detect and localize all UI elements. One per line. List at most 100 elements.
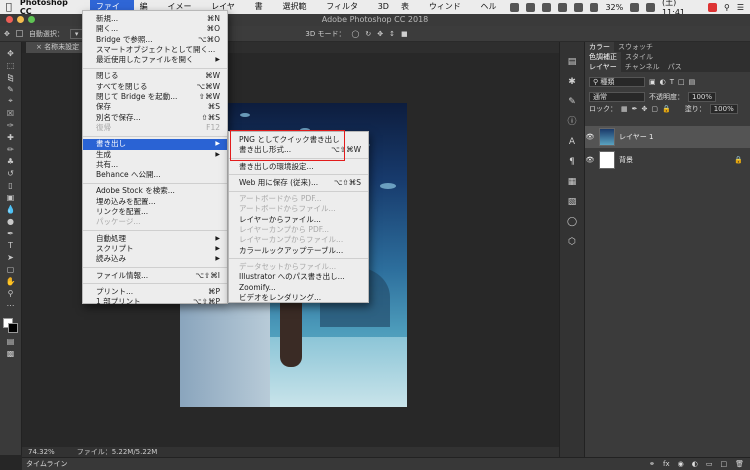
tab-layers[interactable]: レイヤー	[585, 62, 621, 72]
libraries-icon[interactable]: ▦	[565, 176, 579, 188]
menu-item-behance[interactable]: Behance へ公開...	[83, 170, 227, 180]
layer-name[interactable]: 背景	[619, 155, 633, 165]
eyedropper-tool-icon[interactable]: ✑	[4, 120, 18, 130]
menu-item-open[interactable]: 開く... ⌘O	[83, 24, 227, 34]
properties-icon[interactable]: ✱	[565, 76, 579, 88]
menu-item-automate[interactable]: 自動処理 ▶	[83, 234, 227, 244]
new-layer-icon[interactable]: □	[720, 458, 727, 470]
wifi-icon[interactable]	[573, 2, 583, 12]
path-select-tool-icon[interactable]: ➤	[4, 252, 18, 262]
layer-row-layer1[interactable]: 👁 レイヤー 1	[585, 126, 750, 148]
menu-item-adobe-stock[interactable]: Adobe Stock を検索...	[83, 186, 227, 196]
menu-item-open-recent[interactable]: 最近使用したファイルを開く ▶	[83, 55, 227, 65]
adobe-icon[interactable]	[708, 2, 718, 12]
history-brush-tool-icon[interactable]: ↺	[4, 168, 18, 178]
menu-select[interactable]: 選択範囲	[276, 0, 320, 25]
screen-mode-icon[interactable]: ▩	[4, 348, 18, 358]
menu-item-export-preferences[interactable]: 書き出しの環境設定...	[229, 162, 368, 172]
history-icon[interactable]: ▤	[565, 56, 579, 68]
creative-cloud-icon[interactable]	[526, 2, 536, 12]
volume-icon[interactable]	[589, 2, 599, 12]
input-source-icon[interactable]	[646, 2, 655, 12]
visibility-eye-icon[interactable]: 👁	[585, 156, 595, 164]
blend-mode-select[interactable]: 通常	[589, 92, 645, 102]
3d-roll-icon[interactable]: ↻	[365, 30, 371, 38]
apple-icon[interactable]: 	[0, 2, 18, 13]
menu-item-new[interactable]: 新規... ⌘N	[83, 14, 227, 24]
lock-position-icon[interactable]: ✥	[642, 105, 648, 113]
new-group-icon[interactable]: ▭	[706, 458, 713, 470]
healing-brush-tool-icon[interactable]: ✚	[4, 132, 18, 142]
menu-item-color-lookup-tables[interactable]: カラールックアップテーブル...	[229, 246, 368, 256]
menu-item-print-one-copy[interactable]: 1 部プリント ⌥⇧⌘P	[83, 297, 227, 307]
cube-icon[interactable]: ⬡	[565, 236, 579, 248]
menu-item-place-linked[interactable]: リンクを配置...	[83, 207, 227, 217]
menu-view[interactable]: 表示	[395, 0, 423, 25]
tab-swatches[interactable]: スウォッチ	[614, 42, 657, 52]
menu-item-browse-bridge[interactable]: Bridge で参照... ⌥⌘O	[83, 35, 227, 45]
menu-item-close[interactable]: 閉じる ⌘W	[83, 71, 227, 81]
crop-tool-icon[interactable]: ⌖	[4, 96, 18, 106]
menu-item-save-as[interactable]: 別名で保存... ⇧⌘S	[83, 113, 227, 123]
menu-item-place-embedded[interactable]: 埋め込みを配置...	[83, 197, 227, 207]
sync-icon[interactable]	[542, 2, 551, 12]
lock-artboard-icon[interactable]: ▢	[651, 105, 658, 113]
zoom-level[interactable]: 74.32%	[28, 447, 55, 457]
dodge-tool-icon[interactable]: ●	[4, 216, 18, 226]
3d-orbit-icon[interactable]: ◯	[351, 30, 359, 38]
menu-item-generate[interactable]: 生成 ▶	[83, 150, 227, 160]
paragraph-icon[interactable]: ¶	[565, 156, 579, 168]
layer-name[interactable]: レイヤー 1	[619, 132, 653, 142]
tab-adjustments[interactable]: 色調補正	[585, 52, 621, 62]
close-window-button[interactable]	[6, 16, 13, 23]
menu-item-share[interactable]: 共有...	[83, 160, 227, 170]
menu-item-layers-to-files[interactable]: レイヤーからファイル...	[229, 215, 368, 225]
move-tool-icon[interactable]: ✥	[4, 30, 10, 38]
3d-slide-icon[interactable]: ↕	[389, 30, 395, 38]
filter-shape-icon[interactable]: □	[678, 78, 685, 86]
menu-item-export[interactable]: 書き出し ▶	[83, 139, 227, 150]
layer-row-background[interactable]: 👁 背景 🔒	[585, 149, 750, 171]
lock-paint-icon[interactable]: ✒	[632, 105, 638, 113]
dropbox-icon[interactable]	[510, 2, 520, 12]
move-tool-icon[interactable]: ✥	[4, 48, 18, 58]
zoom-tool-icon[interactable]: ⚲	[4, 288, 18, 298]
link-layers-icon[interactable]: ⚭	[649, 458, 655, 470]
minimize-window-button[interactable]	[17, 16, 24, 23]
info-icon[interactable]: ⓘ	[565, 116, 579, 128]
lock-pixels-icon[interactable]: ▦	[621, 105, 628, 113]
battery-icon[interactable]	[630, 2, 640, 12]
menu-item-print[interactable]: プリント... ⌘P	[83, 287, 227, 297]
menu-item-save[interactable]: 保存 ⌘S	[83, 102, 227, 112]
3d-scale-icon[interactable]: ■	[401, 30, 408, 38]
character-icon[interactable]: A	[565, 136, 579, 148]
bluetooth-icon[interactable]	[557, 2, 567, 12]
frame-tool-icon[interactable]: ☒	[4, 108, 18, 118]
tab-channels[interactable]: チャンネル	[621, 62, 664, 72]
menu-item-zoomify[interactable]: Zoomify...	[229, 283, 368, 293]
menu-item-close-go-bridge[interactable]: 閉じて Bridge を起動... ⇧⌘W	[83, 92, 227, 102]
tab-paths[interactable]: パス	[664, 62, 686, 72]
tab-styles[interactable]: スタイル	[621, 52, 657, 62]
brush-settings-icon[interactable]: ✎	[565, 96, 579, 108]
glyphs-icon[interactable]: ▧	[565, 196, 579, 208]
quick-mask-icon[interactable]: ▤	[4, 336, 18, 346]
pen-tool-icon[interactable]: ✒	[4, 228, 18, 238]
menu-item-close-all[interactable]: すべてを閉じる ⌥⌘W	[83, 82, 227, 92]
rectangle-tool-icon[interactable]: ▢	[4, 264, 18, 274]
menu-help[interactable]: ヘルプ	[474, 0, 510, 25]
blur-tool-icon[interactable]: 💧	[4, 204, 18, 214]
timeline-panel-tab[interactable]: タイムライン ⚭ fx ◉ ◐ ▭ □ 🗑	[22, 457, 750, 470]
menu-filter[interactable]: フィルター	[320, 0, 372, 25]
background-color-swatch[interactable]	[7, 323, 18, 333]
fill-field[interactable]: 100%	[709, 104, 738, 114]
list-icon[interactable]: ☰	[737, 3, 744, 12]
hand-tool-icon[interactable]: ✋	[4, 276, 18, 286]
menu-item-file-info[interactable]: ファイル情報... ⌥⇧⌘I	[83, 271, 227, 281]
visibility-eye-icon[interactable]: 👁	[585, 133, 595, 141]
filter-pixel-icon[interactable]: ▣	[649, 78, 656, 86]
3d-pan-icon[interactable]: ✥	[377, 30, 383, 38]
quick-select-tool-icon[interactable]: ✎	[4, 84, 18, 94]
zoom-window-button[interactable]	[28, 16, 35, 23]
search-icon[interactable]: ⚲	[724, 3, 730, 12]
